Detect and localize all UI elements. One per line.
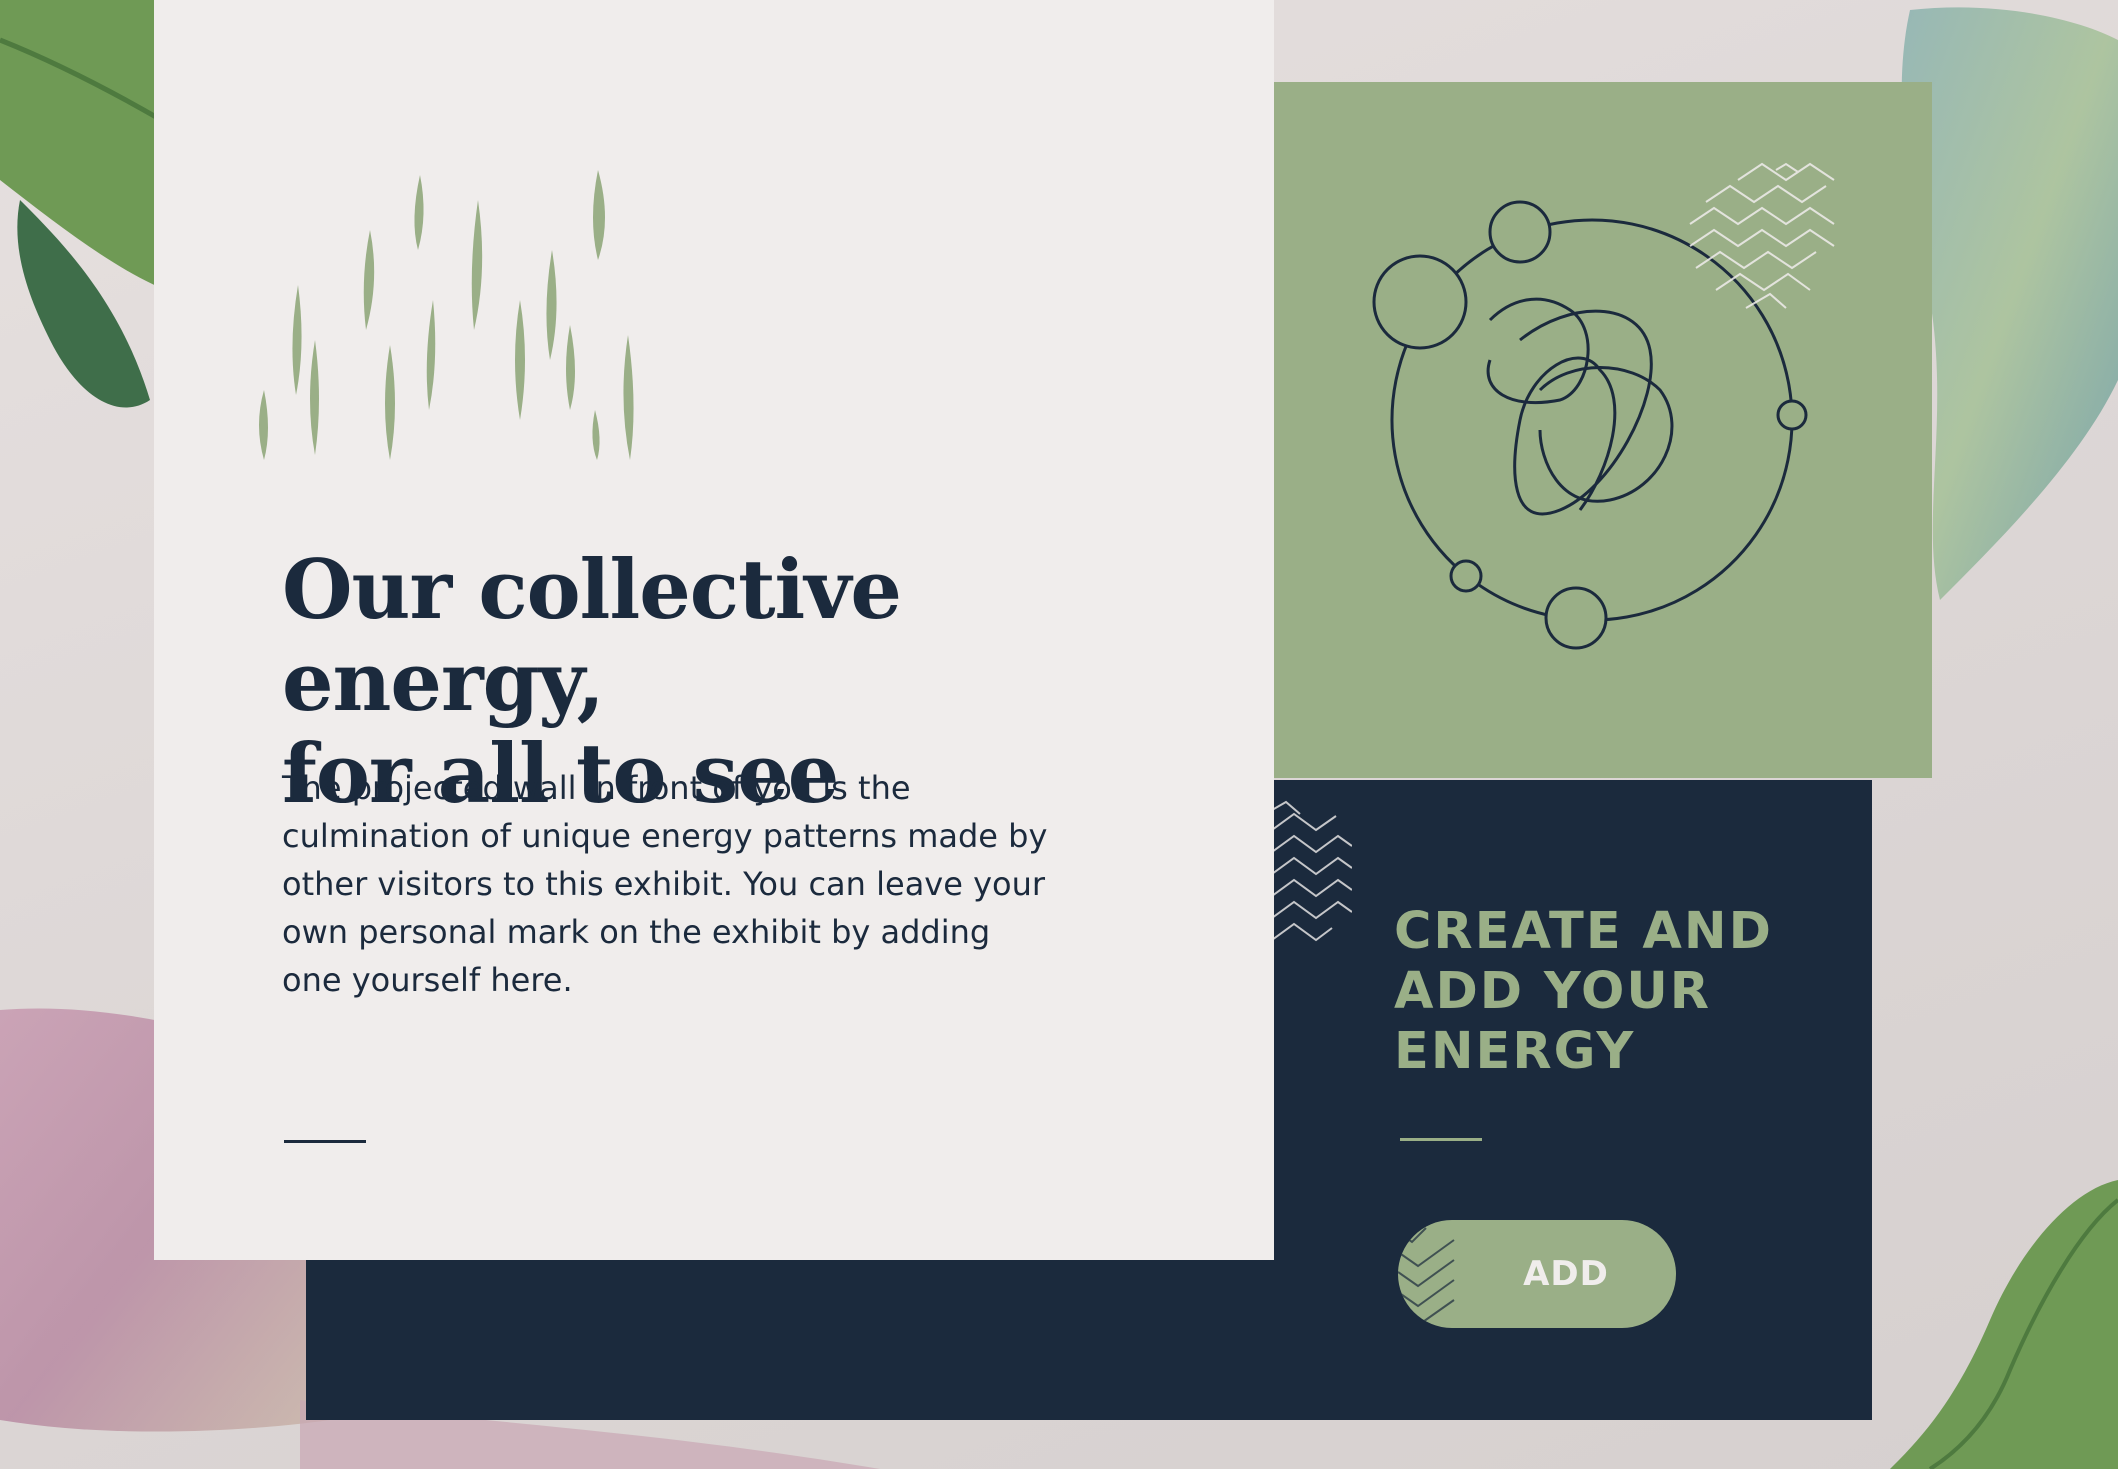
add-button[interactable]: ADD xyxy=(1398,1220,1676,1328)
cta-heading: CREATE AND ADD YOUR ENERGY xyxy=(1394,902,1773,1081)
add-button-label: ADD xyxy=(1523,1254,1609,1294)
zigzag-chevron-icon xyxy=(1689,162,1835,309)
zigzag-chevron-icon xyxy=(1272,800,1352,942)
intro-description: The projected wall in front of you is th… xyxy=(282,769,1048,999)
intro-divider xyxy=(284,1140,366,1143)
cta-divider xyxy=(1400,1138,1482,1141)
zigzag-chevron-icon xyxy=(1398,1227,1455,1326)
leaf-bottom-right-decoration xyxy=(1890,1180,2118,1469)
